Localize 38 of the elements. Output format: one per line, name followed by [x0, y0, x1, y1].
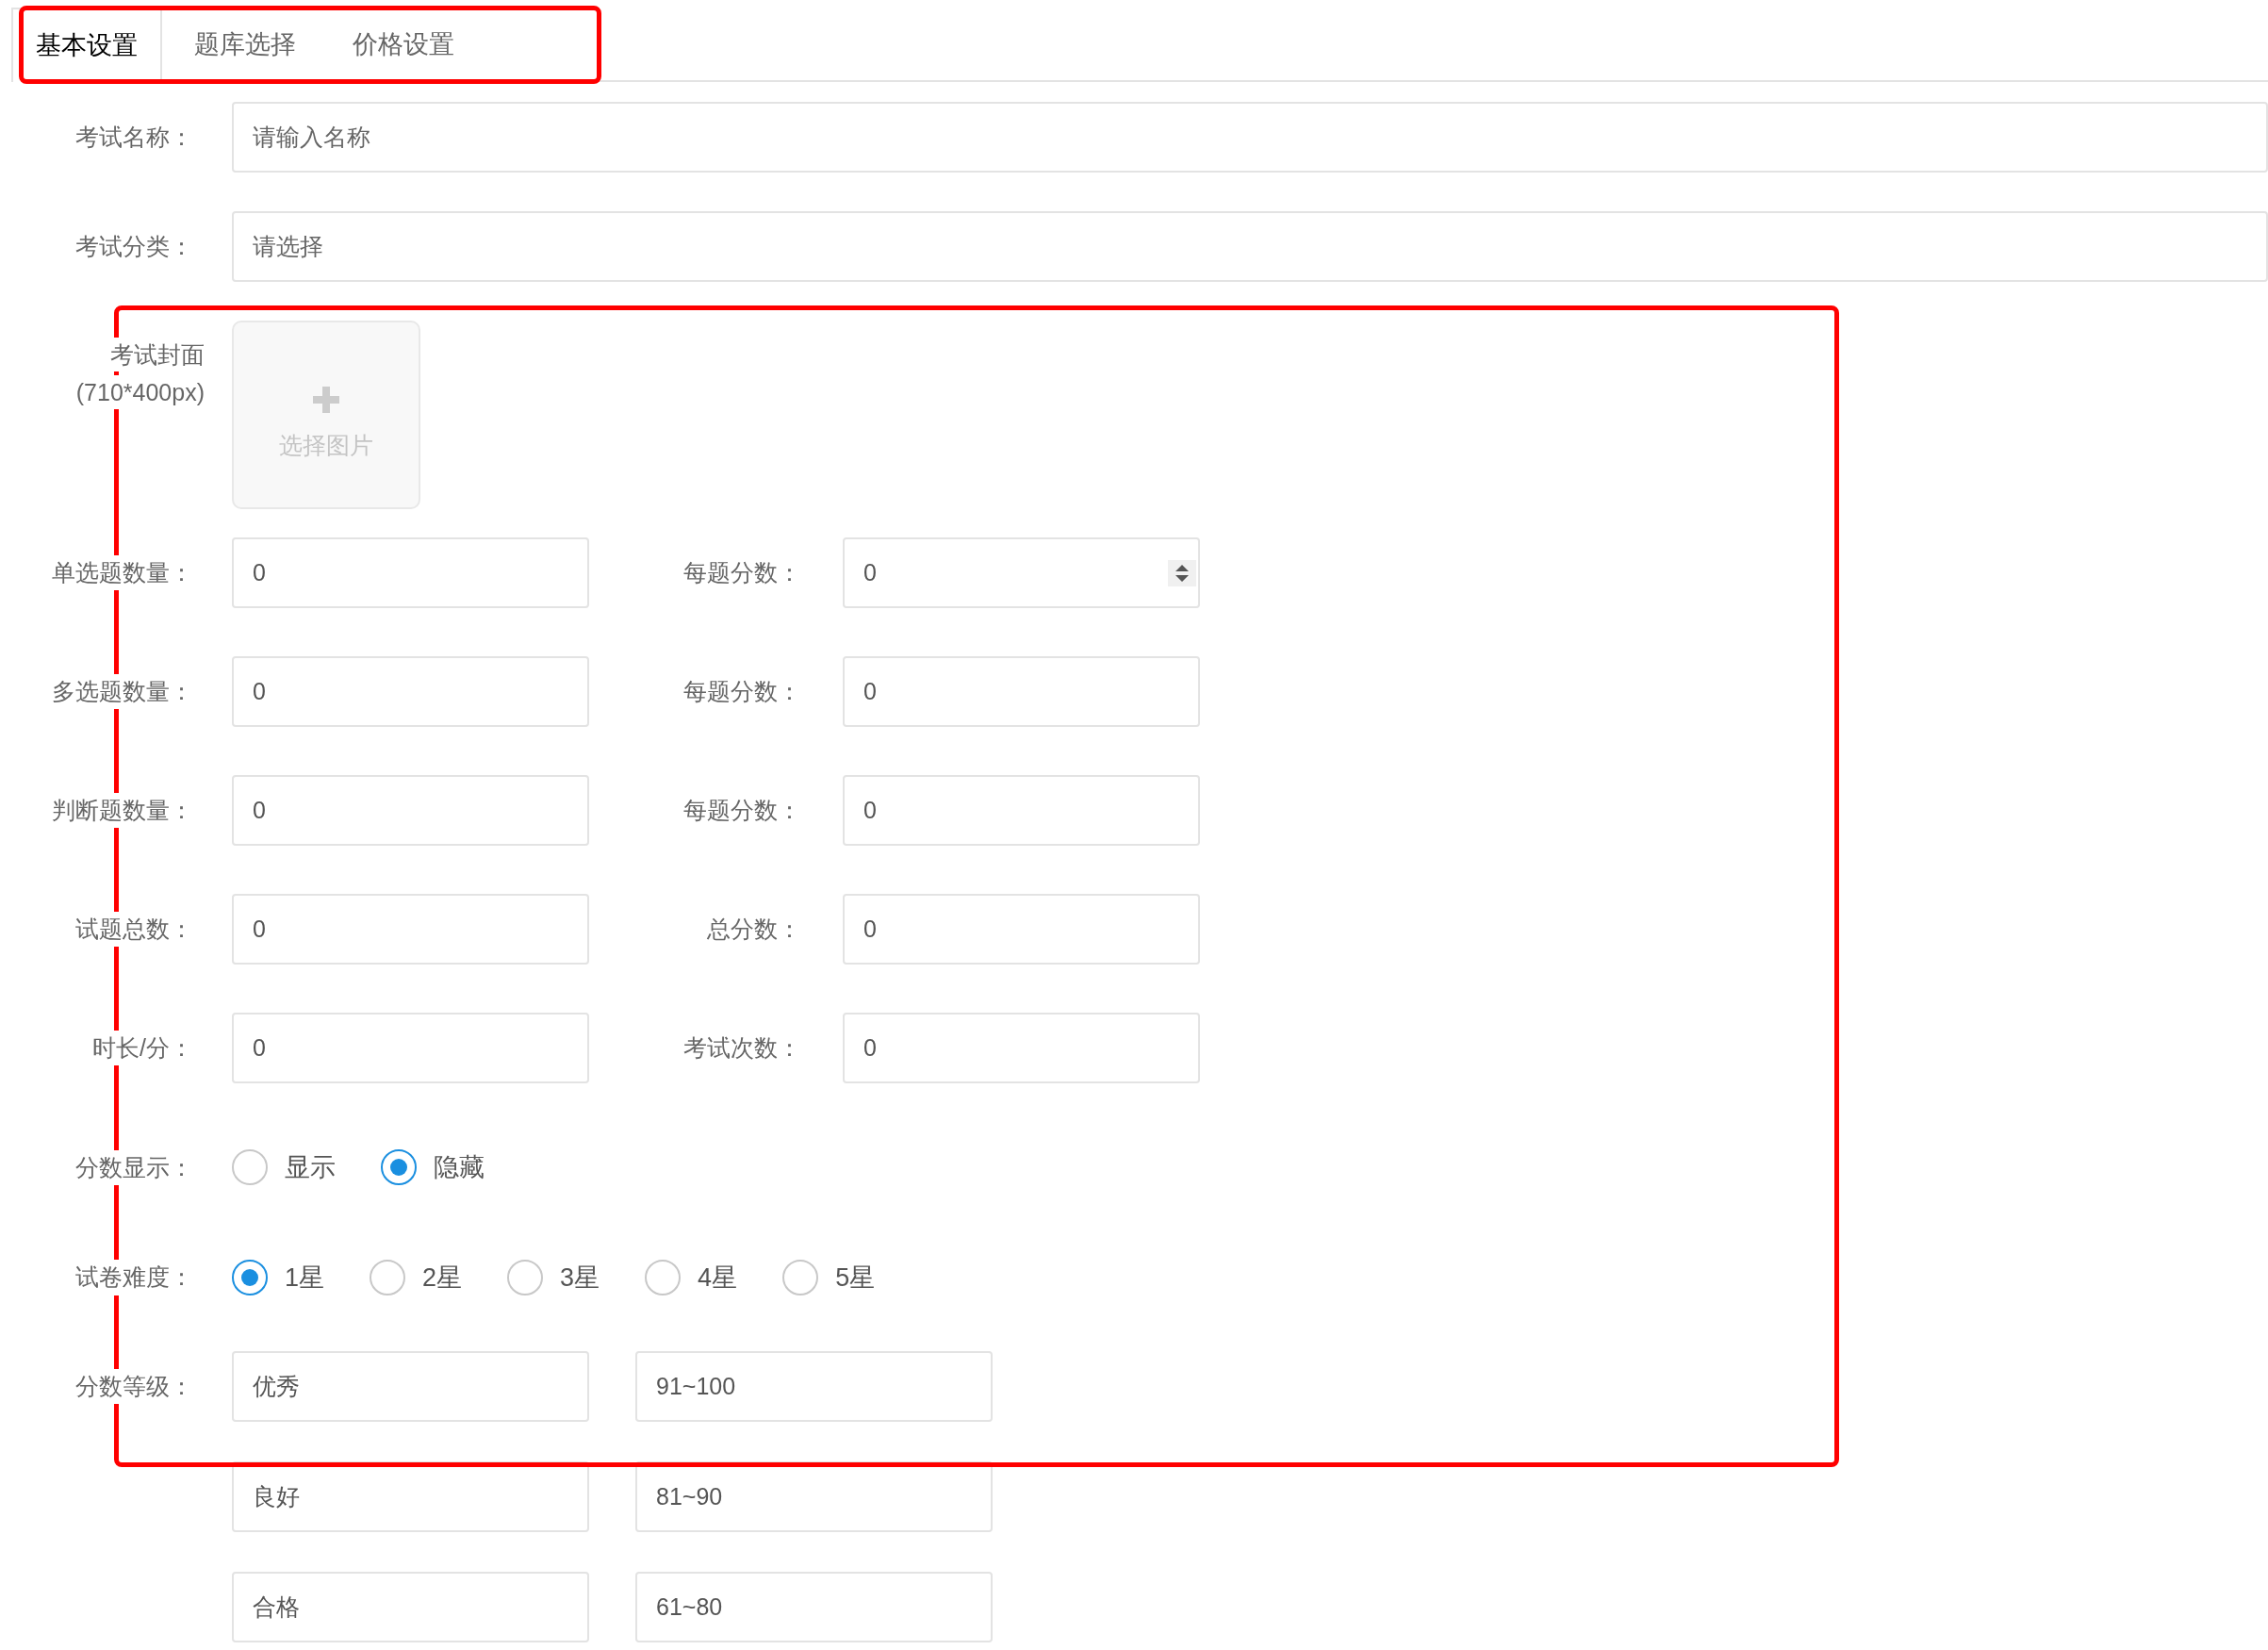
- field-label: 考试封面: [110, 338, 205, 371]
- radio-label: 1星: [285, 1262, 325, 1294]
- number-input[interactable]: 0: [232, 656, 589, 727]
- category-select[interactable]: 请选择: [232, 211, 2268, 282]
- radio-button[interactable]: [232, 1259, 268, 1295]
- name-input[interactable]: 请输入名称: [232, 102, 2268, 173]
- grade-name-input[interactable]: 良好: [232, 1461, 589, 1532]
- radio-button[interactable]: [782, 1259, 819, 1295]
- number-input[interactable]: 0: [843, 894, 1200, 965]
- radio-label: 5星: [835, 1262, 876, 1294]
- grade-range-input[interactable]: 91~100: [635, 1351, 993, 1422]
- grade-name-input[interactable]: 合格: [232, 1572, 589, 1642]
- field-label: (710*400px): [75, 375, 205, 409]
- tab[interactable]: 价格设置: [328, 8, 479, 82]
- radio-label: 2星: [422, 1262, 463, 1294]
- radio-label: 隐藏: [434, 1152, 485, 1183]
- tab[interactable]: 题库选择: [170, 8, 320, 82]
- radio-label: 3星: [560, 1262, 600, 1294]
- grade-range-input[interactable]: 61~80: [635, 1572, 993, 1642]
- radio-button[interactable]: [232, 1149, 268, 1186]
- spinner-icon[interactable]: [1168, 559, 1196, 586]
- grade-range-input[interactable]: 81~90: [635, 1461, 993, 1532]
- radio-button[interactable]: [507, 1259, 544, 1295]
- number-input[interactable]: 0: [843, 1013, 1200, 1083]
- radio-label: 4星: [698, 1262, 738, 1294]
- number-input[interactable]: 0: [843, 656, 1200, 727]
- number-input[interactable]: 0: [232, 775, 589, 846]
- number-input[interactable]: 0: [232, 537, 589, 608]
- number-input[interactable]: 0: [843, 537, 1200, 608]
- number-input[interactable]: 0: [232, 1013, 589, 1083]
- radio-label: 显示: [285, 1152, 336, 1183]
- plus-icon: [311, 385, 341, 416]
- number-input[interactable]: 0: [843, 775, 1200, 846]
- grade-name-input[interactable]: 优秀: [232, 1351, 589, 1422]
- radio-button[interactable]: [645, 1259, 682, 1295]
- radio-button[interactable]: [370, 1259, 406, 1295]
- number-input[interactable]: 0: [232, 894, 589, 965]
- radio-button[interactable]: [381, 1149, 417, 1186]
